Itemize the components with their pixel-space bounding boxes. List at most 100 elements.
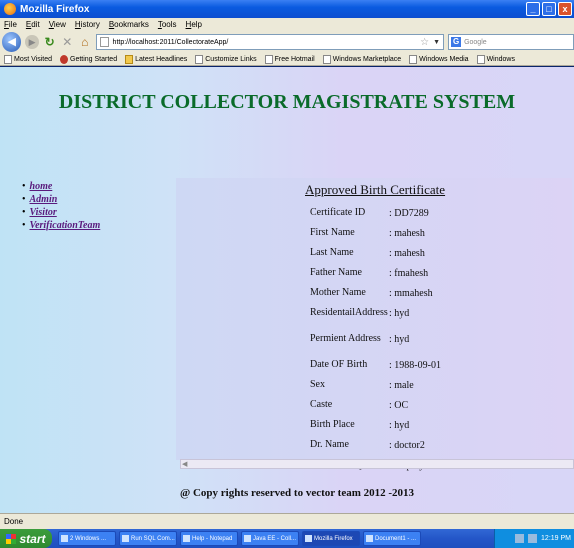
console-icon xyxy=(122,535,129,542)
field-label: Last Name xyxy=(310,247,354,258)
url-dropdown-icon[interactable]: ▼ xyxy=(433,39,440,46)
field-label: ResidentailAddress xyxy=(310,307,388,318)
task-firefox[interactable]: Mozilla Firefox xyxy=(302,531,360,546)
field-label: Father Name xyxy=(310,267,362,278)
field-value: : male xyxy=(389,379,414,391)
nav-link-visitor[interactable]: Visitor xyxy=(30,207,57,218)
field-value: : OC xyxy=(389,399,409,411)
page-title: DISTRICT COLLECTOR MAGISTRATE SYSTEM xyxy=(58,91,516,113)
bookmark-windows-marketplace[interactable]: Windows Marketplace xyxy=(322,54,401,64)
task-document[interactable]: Document1 - ... xyxy=(363,531,421,546)
field-value: : doctor2 xyxy=(389,439,425,451)
field-label: Certificate ID xyxy=(310,207,366,218)
windows-flag-icon xyxy=(6,533,17,544)
page-content: DISTRICT COLLECTOR MAGISTRATE SYSTEM hom… xyxy=(0,67,574,513)
rss-folder-icon xyxy=(125,54,134,64)
system-tray: 12:19 PM xyxy=(494,529,574,548)
search-input[interactable]: G Google xyxy=(448,34,574,50)
menu-file[interactable]: File xyxy=(4,20,17,29)
volume-icon[interactable] xyxy=(528,534,538,543)
menu-tools[interactable]: Tools xyxy=(158,20,177,29)
nav-link-admin[interactable]: Admin xyxy=(30,194,58,205)
table-row: ResidentailAddress: hyd xyxy=(310,303,441,323)
bookmark-free-hotmail[interactable]: Free Hotmail xyxy=(264,54,315,64)
menu-edit[interactable]: Edit xyxy=(26,20,40,29)
certificate-title: Approved Birth Certificate xyxy=(305,182,446,197)
word-icon xyxy=(366,535,373,542)
page-icon xyxy=(195,54,204,64)
status-bar: Done xyxy=(0,513,574,529)
address-bar[interactable]: http://localhost:2011/CollectorateApp/ ☆… xyxy=(95,34,445,50)
field-label: Mother Name xyxy=(310,287,366,298)
bookmark-star-icon[interactable]: ☆ xyxy=(420,37,429,48)
table-row: Birth Place: hyd xyxy=(310,415,441,435)
field-label: First Name xyxy=(310,227,355,238)
nav-link-home[interactable]: home xyxy=(30,181,53,192)
scroll-left-arrow-icon[interactable]: ◀ xyxy=(182,460,187,468)
window-titlebar: Mozilla Firefox _ □ x xyxy=(0,0,574,18)
windows-taskbar: start 2 Windows ... Run SQL Com... Help … xyxy=(0,529,574,548)
table-row: Father Name : fmahesh xyxy=(310,263,441,283)
copyright-footer: @ Copy rights reserved to vector team 20… xyxy=(180,487,415,499)
stop-icon[interactable]: ✕ xyxy=(60,35,74,49)
home-icon[interactable]: ⌂ xyxy=(78,35,92,49)
bookmark-windows[interactable]: Windows xyxy=(476,54,515,64)
nav-link-verification-team[interactable]: VerificationTeam xyxy=(30,220,101,231)
table-row: Last Name : mahesh xyxy=(310,243,441,263)
table-row: Mother Name : mmahesh xyxy=(310,283,441,303)
task-notepad[interactable]: Help - Notepad xyxy=(180,531,238,546)
reload-icon[interactable]: ↻ xyxy=(43,35,57,49)
bookmark-latest-headlines[interactable]: Latest Headlines xyxy=(125,54,187,64)
firefox-icon xyxy=(4,3,16,15)
task-windows-explorer[interactable]: 2 Windows ... xyxy=(58,531,116,546)
page-icon xyxy=(322,54,331,64)
menu-help[interactable]: Help xyxy=(186,20,202,29)
field-value: : 1988-09-01 xyxy=(389,359,441,371)
firefox-icon xyxy=(305,535,312,542)
eclipse-icon xyxy=(244,535,251,542)
window-title: Mozilla Firefox xyxy=(20,3,90,15)
start-button[interactable]: start xyxy=(0,529,52,548)
clock: 12:19 PM xyxy=(541,535,571,542)
window-controls: _ □ x xyxy=(526,2,572,16)
field-value: : mmahesh xyxy=(389,287,433,299)
field-value: : hyd xyxy=(389,333,410,345)
network-icon[interactable] xyxy=(515,534,525,543)
close-button[interactable]: x xyxy=(558,2,572,16)
task-java-ee[interactable]: Java EE - Coll... xyxy=(241,531,299,546)
field-value: : fmahesh xyxy=(389,267,429,279)
back-arrow-icon[interactable]: ◀ xyxy=(2,32,22,52)
maximize-button[interactable]: □ xyxy=(542,2,556,16)
table-row: Dr. Name : doctor2 xyxy=(310,435,441,455)
menu-history[interactable]: History xyxy=(75,20,100,29)
field-label: Dr. Name xyxy=(310,439,349,450)
certificate-table: Certificate ID : DD7289 First Name : mahes… xyxy=(310,203,441,475)
url-text: http://localhost:2011/CollectorateApp/ xyxy=(112,38,229,46)
field-value: : mahesh xyxy=(389,227,425,239)
field-value: : DD7289 xyxy=(389,207,429,219)
firefox-bookmark-icon xyxy=(60,54,68,64)
bookmark-icon xyxy=(4,54,12,64)
field-label: Birth Place xyxy=(310,419,355,430)
page-icon xyxy=(409,54,418,64)
navigation-toolbar: ◀ ▶ ↻ ✕ ⌂ http://localhost:2011/Collecto… xyxy=(0,31,574,53)
bookmark-windows-media[interactable]: Windows Media xyxy=(409,54,469,64)
bookmark-customize-links[interactable]: Customize Links xyxy=(195,54,257,64)
bookmark-most-visited[interactable]: Most Visited xyxy=(4,54,52,64)
taskbar-tasks: 2 Windows ... Run SQL Com... Help - Note… xyxy=(58,531,421,546)
page-icon xyxy=(476,54,485,64)
menu-bar: File Edit View History Bookmarks Tools H… xyxy=(0,18,574,31)
nav-item-admin: Admin xyxy=(22,194,100,205)
search-placeholder: Google xyxy=(464,38,487,46)
forward-arrow-icon[interactable]: ▶ xyxy=(25,35,39,49)
table-row: Date OF Birth : 1988-09-01 xyxy=(310,355,441,375)
task-run-sql[interactable]: Run SQL Com... xyxy=(119,531,177,546)
minimize-button[interactable]: _ xyxy=(526,2,540,16)
menu-view[interactable]: View xyxy=(49,20,66,29)
bookmark-getting-started[interactable]: Getting Started xyxy=(60,54,117,64)
field-label: Date OF Birth xyxy=(310,359,368,370)
menu-bookmarks[interactable]: Bookmarks xyxy=(109,20,149,29)
field-label: Permient Address xyxy=(310,333,381,344)
field-value: : mahesh xyxy=(389,247,425,259)
horizontal-scrollbar[interactable]: ◀ xyxy=(180,459,574,469)
